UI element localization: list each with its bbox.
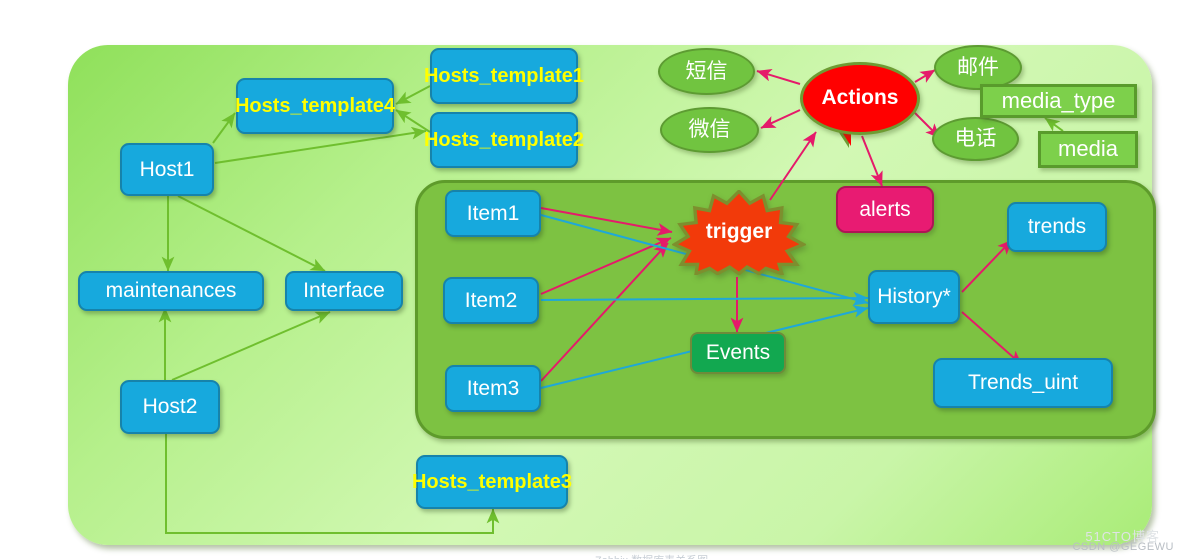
node-trends[interactable]: trends	[1007, 202, 1107, 252]
node-host2[interactable]: Host2	[120, 380, 220, 434]
node-item1[interactable]: Item1	[445, 190, 541, 237]
node-phone[interactable]: 电话	[932, 117, 1019, 161]
node-interface[interactable]: Interface	[285, 271, 403, 311]
node-events[interactable]: Events	[690, 332, 786, 374]
watermark-csdn: CSDN @GEGEWU	[1072, 541, 1174, 553]
node-media[interactable]: media	[1038, 131, 1138, 168]
node-maintenances[interactable]: maintenances	[78, 271, 264, 311]
node-hosts-template3[interactable]: Hosts_template3	[412, 455, 572, 509]
node-item3[interactable]: Item3	[445, 365, 541, 412]
node-trends-uint[interactable]: Trends_uint	[933, 358, 1113, 408]
star-shape-icon	[672, 190, 806, 275]
node-alerts[interactable]: alerts	[836, 186, 934, 233]
node-media-type[interactable]: media_type	[980, 84, 1137, 118]
diagram-canvas: Host1 Host2 maintenances Interface Hosts…	[0, 0, 1184, 559]
node-actions[interactable]: Actions	[800, 62, 920, 146]
node-hosts-template4[interactable]: Hosts_template4	[235, 78, 395, 134]
node-hosts-template1[interactable]: Hosts_template1	[424, 48, 584, 104]
node-host1[interactable]: Host1	[120, 143, 214, 196]
node-trigger[interactable]: trigger	[672, 190, 806, 275]
node-item2[interactable]: Item2	[443, 277, 539, 324]
node-wechat[interactable]: 微信	[660, 107, 759, 153]
node-hosts-template2[interactable]: Hosts_template2	[424, 112, 584, 168]
node-sms[interactable]: 短信	[658, 48, 755, 95]
bottom-faint-caption: Zabbix 数据库表关系图	[595, 552, 708, 559]
node-history[interactable]: History*	[868, 270, 960, 324]
